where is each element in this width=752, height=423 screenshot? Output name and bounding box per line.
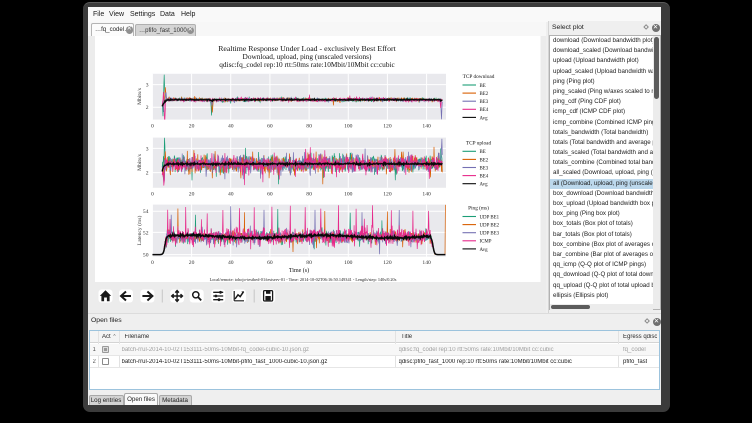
- svg-text:52: 52: [143, 230, 149, 236]
- svg-text:Time (s): Time (s): [289, 267, 309, 274]
- svg-text:ICMP: ICMP: [480, 240, 492, 245]
- svg-text:40: 40: [228, 191, 234, 197]
- svg-text:Mbits/s: Mbits/s: [137, 88, 143, 105]
- svg-text:140: 140: [422, 191, 431, 197]
- svg-text:Ping (ms): Ping (ms): [468, 205, 489, 212]
- svg-text:BE2: BE2: [480, 92, 489, 97]
- svg-text:0: 0: [151, 260, 154, 266]
- svg-text:100: 100: [344, 124, 353, 130]
- svg-text:100: 100: [344, 260, 353, 266]
- svg-text:80: 80: [306, 124, 312, 130]
- svg-text:20: 20: [189, 124, 195, 130]
- svg-text:0: 0: [151, 124, 154, 130]
- svg-text:54: 54: [143, 209, 149, 215]
- svg-text:UDP BE3: UDP BE3: [480, 232, 500, 237]
- svg-text:Local/remote: tohojo-testbed-0: Local/remote: tohojo-testbed-01/testserv…: [210, 277, 397, 282]
- svg-text:50: 50: [143, 253, 149, 259]
- svg-text:40: 40: [228, 260, 234, 266]
- svg-text:120: 120: [383, 191, 392, 197]
- svg-text:qdisc:fq_codel rep:10 rtt:50ms: qdisc:fq_codel rep:10 rtt:50ms rate:10Mb…: [219, 60, 395, 69]
- svg-text:3: 3: [146, 146, 149, 152]
- svg-text:Avg: Avg: [480, 183, 489, 188]
- svg-text:20: 20: [189, 191, 195, 197]
- svg-text:40: 40: [228, 124, 234, 130]
- svg-text:0: 0: [151, 191, 154, 197]
- svg-text:60: 60: [267, 260, 273, 266]
- svg-text:UDP BE2: UDP BE2: [480, 224, 500, 229]
- svg-text:BE2: BE2: [480, 158, 489, 163]
- svg-text:Avg: Avg: [480, 116, 489, 121]
- svg-text:Latency (ms): Latency (ms): [136, 216, 143, 246]
- svg-text:140: 140: [422, 124, 431, 130]
- svg-text:120: 120: [383, 260, 392, 266]
- svg-text:2: 2: [146, 171, 149, 177]
- svg-text:BE: BE: [480, 84, 486, 89]
- svg-text:BE4: BE4: [480, 108, 489, 113]
- svg-text:Mbits/s: Mbits/s: [137, 154, 143, 171]
- svg-text:120: 120: [383, 124, 392, 130]
- svg-text:80: 80: [306, 191, 312, 197]
- svg-text:BE3: BE3: [480, 166, 489, 171]
- svg-text:60: 60: [267, 124, 273, 130]
- svg-text:TCP download: TCP download: [463, 74, 495, 80]
- svg-text:140: 140: [422, 260, 431, 266]
- svg-text:60: 60: [267, 191, 273, 197]
- svg-text:20: 20: [189, 260, 195, 266]
- svg-text:2: 2: [146, 105, 149, 111]
- svg-text:80: 80: [306, 260, 312, 266]
- svg-text:UDP BE1: UDP BE1: [480, 215, 500, 220]
- svg-text:Avg: Avg: [480, 248, 489, 253]
- svg-text:TCP upload: TCP upload: [466, 140, 492, 146]
- svg-text:3: 3: [146, 83, 149, 89]
- svg-text:BE4: BE4: [480, 175, 489, 180]
- svg-text:100: 100: [344, 191, 353, 197]
- svg-text:BE3: BE3: [480, 100, 489, 105]
- svg-text:BE: BE: [480, 150, 486, 155]
